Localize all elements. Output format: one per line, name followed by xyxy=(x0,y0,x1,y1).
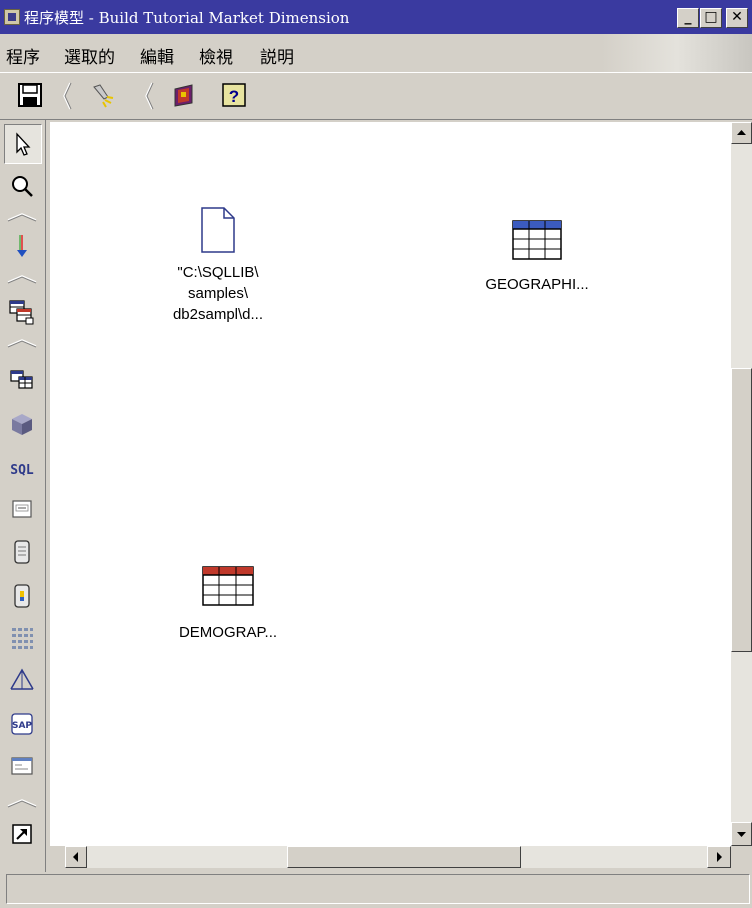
vertical-scrollbar[interactable] xyxy=(731,122,752,846)
title-bar[interactable]: 程序模型 - Build Tutorial Market Dimension _… xyxy=(0,0,752,34)
tool-palette: SQL SAP xyxy=(0,120,46,872)
table-node-icon[interactable] xyxy=(512,220,562,260)
file-node-label[interactable]: "C:\SQLLIB\ samples\ db2sampl\d... xyxy=(164,262,272,325)
window-icon[interactable] xyxy=(8,752,36,780)
scroll-down-button[interactable] xyxy=(731,822,752,846)
palette-divider xyxy=(7,799,37,808)
menu-program[interactable]: 程序 xyxy=(6,43,40,68)
scroll-corner xyxy=(731,846,752,868)
menu-bar: 程序 選取的 編輯 檢視 説明 xyxy=(0,34,752,72)
source-table-icon[interactable] xyxy=(8,366,36,394)
menu-selected[interactable]: 選取的 xyxy=(64,43,115,68)
palette-divider xyxy=(7,275,37,284)
statistics-icon[interactable] xyxy=(8,666,36,694)
app-icon[interactable] xyxy=(4,9,20,25)
flashlight-icon[interactable] xyxy=(88,81,116,109)
grid-icon[interactable] xyxy=(8,624,36,652)
shortcut-icon[interactable] xyxy=(8,820,36,848)
pointer-icon[interactable] xyxy=(8,130,36,158)
file-icon[interactable] xyxy=(8,538,36,566)
table-node-icon[interactable] xyxy=(202,566,254,606)
arrow-left-icon xyxy=(73,852,78,862)
horizontal-scroll-thumb[interactable] xyxy=(287,846,521,868)
svg-text:SQL: SQL xyxy=(10,463,34,478)
help-icon[interactable]: ? xyxy=(220,81,248,109)
horizontal-scrollbar[interactable] xyxy=(65,846,731,868)
scroll-left-button[interactable] xyxy=(65,846,87,868)
status-bar xyxy=(6,874,750,904)
program-icon[interactable] xyxy=(8,496,36,524)
toolbar-separator xyxy=(63,82,72,110)
maximize-button[interactable]: □ xyxy=(700,8,722,28)
close-button[interactable]: ✕ xyxy=(726,8,748,28)
palette-divider xyxy=(7,213,37,222)
svg-text:SAP: SAP xyxy=(12,721,32,731)
scroll-right-button[interactable] xyxy=(707,846,731,868)
data-link-icon[interactable] xyxy=(8,232,36,260)
vertical-scroll-thumb[interactable] xyxy=(731,368,752,652)
palette-divider xyxy=(7,339,37,348)
minimize-button[interactable]: _ xyxy=(677,8,699,28)
arrow-up-icon xyxy=(737,130,746,135)
cube-icon[interactable] xyxy=(8,410,36,438)
arrow-down-icon xyxy=(737,832,746,837)
file-node-icon[interactable] xyxy=(200,206,236,254)
transformer-icon[interactable] xyxy=(8,582,36,610)
toolbar: ? xyxy=(0,72,752,120)
program-model-window: 程序模型 - Build Tutorial Market Dimension _… xyxy=(0,0,752,908)
menu-help[interactable]: 説明 xyxy=(260,43,294,68)
menu-view[interactable]: 檢視 xyxy=(199,43,233,68)
table-copy-icon[interactable] xyxy=(8,298,36,326)
sap-icon[interactable]: SAP xyxy=(8,710,36,738)
toolbar-separator xyxy=(145,82,154,110)
sql-icon[interactable]: SQL xyxy=(8,454,36,482)
save-icon[interactable] xyxy=(16,81,44,109)
diagram-canvas[interactable]: "C:\SQLLIB\ samples\ db2sampl\d... GEOGR… xyxy=(50,122,731,846)
window-title: 程序模型 - Build Tutorial Market Dimension xyxy=(24,9,350,27)
table-node-label[interactable]: GEOGRAPHI... xyxy=(470,274,604,295)
svg-text:?: ? xyxy=(229,87,239,106)
table-node-label[interactable]: DEMOGRAP... xyxy=(160,622,296,643)
book-icon[interactable] xyxy=(170,81,198,109)
menu-edit[interactable]: 編輯 xyxy=(140,43,174,68)
zoom-icon[interactable] xyxy=(8,172,36,200)
scroll-up-button[interactable] xyxy=(731,122,752,144)
arrow-right-icon xyxy=(717,852,722,862)
